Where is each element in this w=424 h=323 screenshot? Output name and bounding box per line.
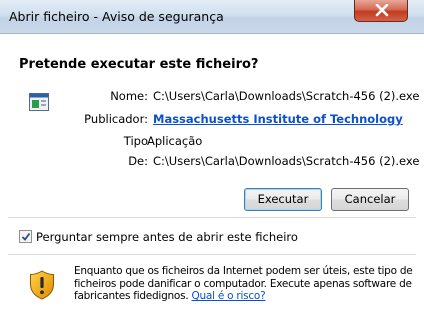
- warning-line-1: Enquanto que os ficheiros da Internet po…: [74, 265, 413, 277]
- publisher-label: Publicador:: [84, 112, 148, 126]
- warning-message: Enquanto que os ficheiros da Internet po…: [74, 265, 416, 303]
- warning-divider: [8, 254, 416, 255]
- window-title: Abrir ficheiro - Aviso de segurança: [9, 9, 224, 24]
- type-value: Aplicação: [147, 134, 203, 148]
- type-label: Tipo: [123, 134, 148, 148]
- always-ask-label[interactable]: Perguntar sempre antes de abrir este fic…: [36, 230, 298, 244]
- risk-link[interactable]: Qual é o risco?: [192, 290, 266, 302]
- from-value: C:\Users\Carla\Downloads\Scratch-456 (2)…: [153, 154, 420, 168]
- warning-line-3-wrap: fabricantes fidedignos. Qual é o risco?: [74, 290, 416, 303]
- dialog-heading: Pretende executar este ficheiro?: [19, 57, 259, 72]
- separator: [8, 217, 416, 218]
- name-value: C:\Users\Carla\Downloads\Scratch-456 (2)…: [153, 89, 420, 103]
- shield-icon: [29, 270, 55, 303]
- name-label: Nome:: [110, 89, 148, 103]
- publisher-link[interactable]: Massachusetts Institute of Technology: [153, 112, 403, 126]
- run-button[interactable]: Executar: [244, 188, 322, 211]
- close-button[interactable]: [354, 0, 408, 22]
- warning-line-3: fabricantes fidedignos.: [74, 290, 189, 302]
- always-ask-checkbox[interactable]: [19, 230, 32, 243]
- from-label: De:: [128, 154, 148, 168]
- cancel-button[interactable]: Cancelar: [331, 188, 409, 211]
- warning-line-2: ficheiros pode danificar o computador. E…: [74, 277, 412, 290]
- title-bar[interactable]: Abrir ficheiro - Aviso de segurança: [0, 0, 424, 34]
